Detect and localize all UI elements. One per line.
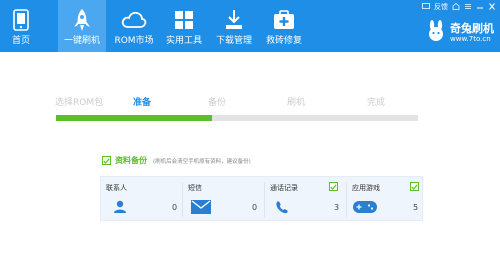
backup-item-sms[interactable]: 短信 0: [183, 177, 263, 222]
step-indicator: 选择ROM包 准备 备份 刷机 完成: [0, 95, 500, 108]
item-count: 5: [413, 203, 419, 212]
rabbit-logo-icon: [426, 20, 446, 46]
backup-title: 资料备份: [115, 156, 147, 165]
nav-utility-tools[interactable]: 实用工具: [160, 0, 208, 52]
feedback-icon[interactable]: [422, 2, 430, 12]
step-flash: 刷机: [287, 98, 306, 108]
gamepad-icon: [353, 199, 377, 218]
nav-brick-repair-label: 救砖修复: [265, 36, 302, 46]
backup-item-call-log[interactable]: 通话记录 3: [265, 177, 345, 222]
item-checkbox[interactable]: [410, 182, 419, 191]
medkit-icon: [273, 7, 295, 33]
top-navigation-bar: 首页 一键刷机 ROM市场 实用工具 下载管理 救砖修复 反馈 奇兔刷机 www…: [0, 0, 500, 52]
rocket-icon: [72, 7, 92, 33]
item-count: 0: [172, 203, 178, 212]
item-name: 短信: [188, 184, 202, 192]
checkmark-icon: [330, 183, 337, 190]
feedback-label[interactable]: 反馈: [434, 2, 448, 12]
backup-item-contacts[interactable]: 联系人 0: [101, 177, 181, 222]
item-name: 应用游戏: [352, 184, 380, 192]
download-icon: [224, 7, 244, 33]
sms-icon: [191, 199, 211, 218]
nav-home[interactable]: 首页: [3, 0, 39, 52]
checkmark-icon: [103, 157, 110, 164]
step-complete: 完成: [367, 98, 386, 108]
nav-download-manager[interactable]: 下载管理: [210, 0, 258, 52]
nav-utility-tools-label: 实用工具: [165, 36, 202, 46]
nav-brick-repair[interactable]: 救砖修复: [260, 0, 308, 52]
cloud-icon: [121, 7, 147, 33]
nav-download-manager-label: 下载管理: [215, 36, 252, 46]
step-backup: 备份: [208, 98, 227, 108]
nav-one-click-flash[interactable]: 一键刷机: [58, 0, 106, 52]
item-count: 3: [334, 203, 340, 212]
contact-icon: [113, 199, 127, 218]
step-select-rom: 选择ROM包: [55, 98, 104, 108]
backup-checkbox[interactable]: [102, 156, 111, 165]
item-name: 通话记录: [270, 184, 298, 192]
nav-home-label: 首页: [11, 36, 30, 46]
phone-icon: [13, 7, 29, 33]
item-name: 联系人: [106, 184, 127, 192]
item-count: 0: [252, 203, 258, 212]
menu-icon[interactable]: [464, 3, 472, 12]
brand-block: 奇兔刷机 www.7to.cn: [426, 20, 494, 46]
brand-url: www.7to.cn: [450, 34, 491, 43]
close-icon[interactable]: [488, 2, 496, 12]
call-icon: [275, 199, 289, 218]
nav-rom-market[interactable]: ROM市场: [110, 0, 158, 52]
backup-items-panel: 联系人 0 短信 0 通话记录 3 应用游戏 5: [100, 176, 423, 221]
item-checkbox[interactable]: [329, 182, 338, 191]
brand-name: 奇兔刷机: [450, 21, 494, 35]
nav-rom-market-label: ROM市场: [114, 36, 154, 46]
minimize-icon[interactable]: [476, 3, 484, 12]
nav-one-click-flash-label: 一键刷机: [63, 36, 100, 46]
skin-icon[interactable]: [452, 2, 460, 12]
window-controls: 反馈: [422, 2, 496, 12]
grid-icon: [174, 7, 194, 33]
backup-note: (刷机后会清空手机原有资料，建议备份): [153, 158, 251, 165]
checkmark-icon: [411, 183, 418, 190]
progress-bar: [56, 115, 418, 121]
progress-fill: [56, 115, 212, 121]
backup-section: 资料备份 (刷机后会清空手机原有资料，建议备份): [102, 155, 251, 166]
step-prepare: 准备: [133, 98, 152, 108]
backup-item-apps-games[interactable]: 应用游戏 5: [347, 177, 424, 222]
